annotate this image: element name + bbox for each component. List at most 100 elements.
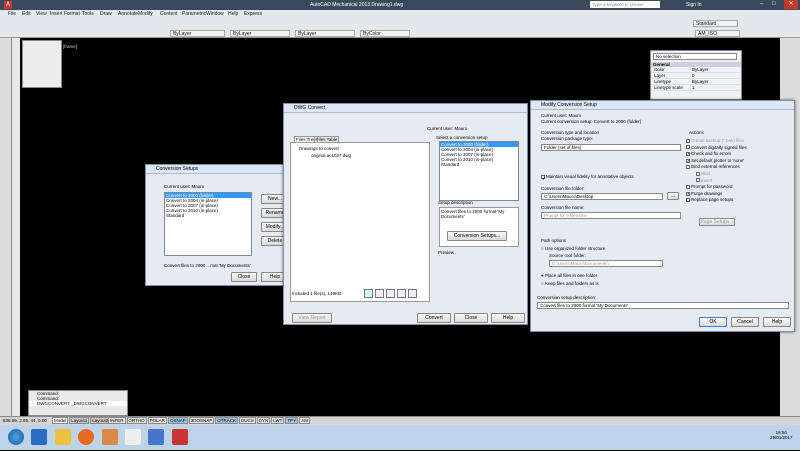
action-item[interactable]: Replace page setups: [686, 197, 786, 202]
menu-view[interactable]: View: [36, 11, 47, 17]
action-item[interactable]: Prompt for password: [686, 184, 786, 189]
action-checkbox[interactable]: [686, 184, 690, 189]
selection-dropdown[interactable]: No selection: [653, 53, 737, 60]
tree-view-icon[interactable]: [375, 289, 384, 298]
property-row[interactable]: Linetype scale 1: [651, 85, 741, 91]
browse-folder-button[interactable]: ...: [667, 192, 679, 200]
tree-file[interactable]: original ac1027.dwg: [311, 153, 429, 158]
action-checkbox[interactable]: ✔: [686, 152, 690, 156]
status-toggle[interactable]: LWT: [271, 417, 285, 424]
file-folder-field[interactable]: C:\Users\Mauro\Desktop: [541, 193, 663, 200]
action-item[interactable]: ✔Check and fix errors: [686, 151, 786, 156]
command-window[interactable]: Command: Command: DWGCONVERT _DWGCONVERT: [28, 390, 128, 416]
clock[interactable]: 18:56 29/01/2017: [770, 430, 793, 440]
action-item[interactable]: ✔Purge drawings: [686, 191, 786, 196]
action-checkbox[interactable]: [696, 171, 700, 176]
menu-annotate[interactable]: Annotate: [118, 11, 138, 17]
dim-style-dropdown[interactable]: AM_ISO: [695, 30, 740, 37]
status-toggle[interactable]: TPY: [285, 417, 299, 424]
help-button[interactable]: Help: [763, 317, 791, 327]
layer-dropdown[interactable]: ByLayer: [170, 30, 225, 37]
list-item[interactable]: Standard: [440, 162, 518, 167]
action-item[interactable]: Bind: [696, 171, 786, 176]
setups-list[interactable]: Convert to 2000 (folder) Convert to 2004 …: [164, 192, 252, 256]
text-style-dropdown[interactable]: Standard: [693, 20, 738, 27]
status-toggle[interactable]: INFER: [108, 417, 126, 424]
close-button[interactable]: ✕: [784, 0, 798, 9]
status-toggle[interactable]: DUCS: [238, 417, 256, 424]
save-list-icon[interactable]: [408, 289, 417, 298]
cancel-button[interactable]: Cancel: [731, 317, 759, 327]
ok-button[interactable]: OK: [699, 317, 727, 327]
start-button-icon[interactable]: [8, 429, 24, 445]
modify-toolbar[interactable]: [12, 38, 20, 416]
action-checkbox[interactable]: [686, 138, 690, 143]
view-report-button[interactable]: View Report: [292, 313, 332, 323]
setup-list[interactable]: Convert to 2000 (folder) Convert to 2004 …: [439, 141, 519, 201]
package-type-dropdown[interactable]: Folder (set of files): [541, 144, 681, 151]
help-button[interactable]: Help: [491, 313, 525, 323]
minimize-button[interactable]: –: [760, 1, 763, 7]
draw-toolbar[interactable]: [0, 38, 12, 416]
action-checkbox[interactable]: [686, 198, 690, 203]
maximize-button[interactable]: □: [772, 1, 776, 7]
close-button[interactable]: Close: [454, 313, 488, 323]
use-organized-radio[interactable]: ○ Use organized folder structure: [541, 246, 605, 251]
sign-in-link[interactable]: Sign In: [686, 2, 702, 8]
status-toggle[interactable]: DYN: [256, 417, 271, 424]
add-file-icon[interactable]: [364, 289, 373, 298]
lineweight-dropdown[interactable]: ByLayer: [295, 30, 355, 37]
status-toggle[interactable]: OTRACK: [215, 417, 238, 424]
list-item[interactable]: Standard: [165, 213, 251, 218]
status-toggle[interactable]: 3DOSNAP: [188, 417, 215, 424]
status-toggle[interactable]: ORTHO: [126, 417, 147, 424]
search-input[interactable]: Type a keyword or phrase: [590, 1, 660, 8]
file-name-field[interactable]: Prompt for a filename: [541, 212, 681, 219]
media-icon[interactable]: [101, 429, 118, 445]
menu-help[interactable]: Help: [228, 11, 238, 17]
action-item[interactable]: Insert: [696, 178, 786, 183]
menu-file[interactable]: File: [8, 11, 16, 17]
command-input[interactable]: DWGCONVERT _DWGCONVERT: [29, 401, 127, 406]
status-toggle[interactable]: POLAR: [147, 417, 167, 424]
menu-content[interactable]: Content: [160, 11, 178, 17]
explorer-icon[interactable]: [54, 429, 71, 445]
status-toggle[interactable]: AM: [299, 417, 310, 424]
maintain-fidelity-checkbox[interactable]: ✔: [541, 174, 546, 181]
layout-tab[interactable]: Layout1: [69, 417, 90, 424]
action-item[interactable]: Convert digitally signed files: [686, 145, 786, 150]
tree-root[interactable]: Drawings to convert: [299, 146, 429, 151]
firefox-icon[interactable]: [78, 429, 95, 445]
ie-icon[interactable]: [31, 429, 48, 445]
menu-insert[interactable]: Insert: [50, 11, 63, 17]
folder-icon[interactable]: [124, 429, 141, 445]
action-item[interactable]: ✔Set default plotter to 'none': [686, 158, 786, 163]
open-list-icon[interactable]: [397, 289, 406, 298]
action-checkbox[interactable]: [696, 178, 700, 183]
menu-tools[interactable]: Tools: [82, 11, 94, 17]
plotstyle-dropdown[interactable]: ByColor: [360, 30, 410, 37]
action-item[interactable]: Create backup (*.bak) files: [686, 138, 786, 143]
convert-button[interactable]: Convert: [417, 313, 451, 323]
menu-window[interactable]: Window: [206, 11, 224, 17]
source-root-field[interactable]: C:\Users\Mauro\Documents\: [549, 260, 663, 267]
page-setups-button[interactable]: Page Setups...: [699, 218, 735, 226]
setup-description-field[interactable]: Convert files to 2000 format 'My Documen…: [537, 302, 789, 309]
menu-draw[interactable]: Draw: [100, 11, 112, 17]
app-logo-icon[interactable]: A: [4, 1, 12, 9]
action-checkbox[interactable]: ✔: [686, 158, 690, 163]
files-tree-panel[interactable]: Drawings to convert original ac1027.dwg: [290, 142, 430, 302]
menu-parametric[interactable]: Parametric: [182, 11, 206, 17]
conversion-setups-button[interactable]: Conversion Setups...: [447, 231, 507, 241]
menu-format[interactable]: Format: [64, 11, 80, 17]
action-item[interactable]: Bind external references: [686, 164, 786, 169]
keep-files-radio[interactable]: ○ Keep files and folders as is: [541, 281, 599, 286]
menu-edit[interactable]: Edit: [22, 11, 31, 17]
autocad-icon[interactable]: [171, 429, 188, 445]
menu-express[interactable]: Express: [244, 11, 262, 17]
status-toggle[interactable]: OSNAP: [167, 417, 188, 424]
floating-palette[interactable]: [22, 40, 62, 88]
action-checkbox[interactable]: ✔: [686, 191, 690, 196]
app-icon[interactable]: [148, 429, 165, 445]
action-checkbox[interactable]: [686, 165, 690, 170]
